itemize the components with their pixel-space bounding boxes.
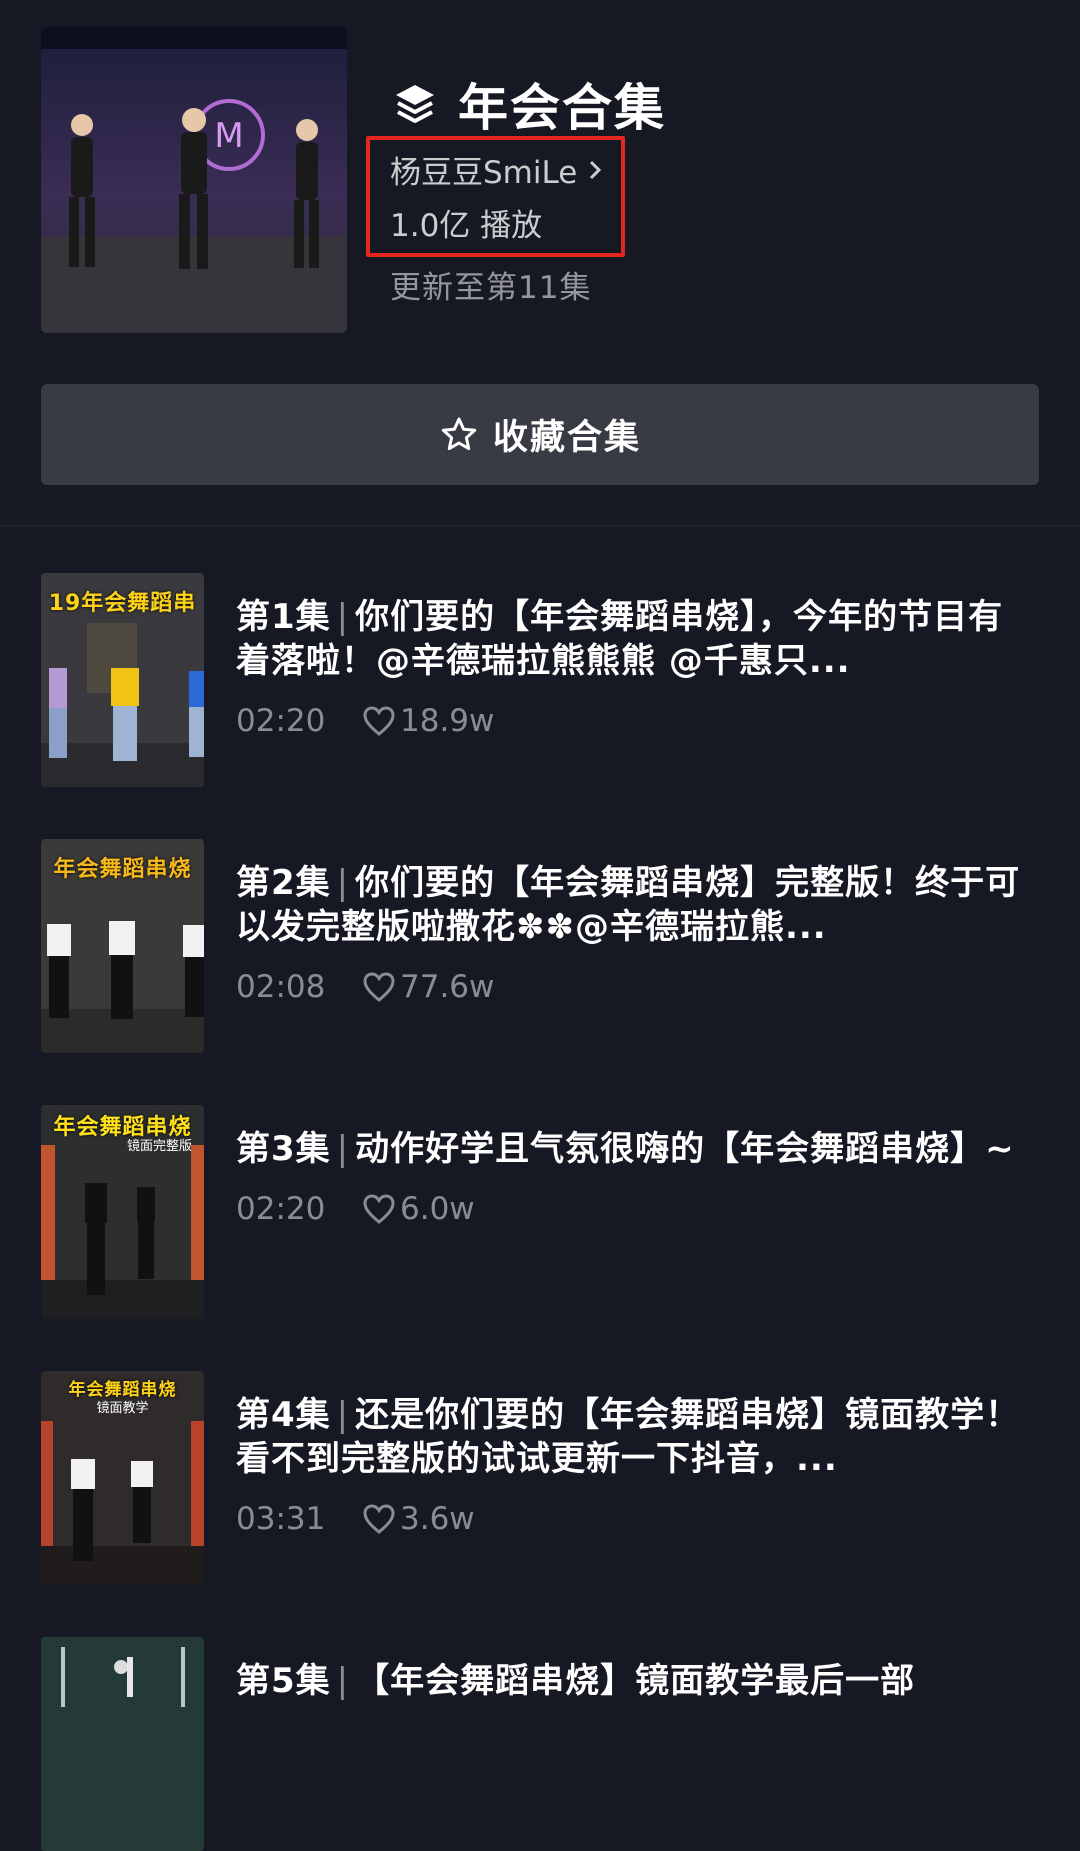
episode-item[interactable]: 第5集 | 【年会舞蹈串烧】镜面教学最后一部: [0, 1637, 1080, 1851]
episode-item[interactable]: 年会舞蹈串烧 镜面完整版 第3集 | 动作好学且气氛很嗨的【年会舞蹈串烧】~ 02:…: [0, 1105, 1080, 1319]
episode-thumbnail[interactable]: 年会舞蹈串烧 镜面完整版: [41, 1105, 204, 1319]
title-separator: |: [336, 1661, 350, 1701]
episode-description: 还是你们要的【年会舞蹈串烧】镜面教学！看不到完整版的试试更新一下抖音，...: [236, 1395, 1021, 1479]
title-separator: |: [336, 863, 350, 903]
episode-title: 第4集 | 还是你们要的【年会舞蹈串烧】镜面教学！看不到完整版的试试更新一下抖音，.…: [236, 1393, 1026, 1481]
heart-icon: [363, 706, 395, 736]
episode-number: 第5集: [236, 1661, 331, 1701]
collection-cover-image[interactable]: M: [41, 27, 347, 333]
heart-icon: [363, 972, 395, 1002]
episode-info: 第4集 | 还是你们要的【年会舞蹈串烧】镜面教学！看不到完整版的试试更新一下抖音，.…: [236, 1393, 1026, 1537]
episode-thumbnail[interactable]: 19年会舞蹈串: [41, 573, 204, 787]
collection-header: M 年会合集 杨豆豆SmiLe 1.0亿 播放 更新至第11集 收藏合集: [0, 0, 1080, 527]
episode-description: 你们要的【年会舞蹈串烧】，今年的节目有着落啦！@辛德瑞拉熊熊熊 @千惠只...: [236, 597, 1004, 681]
section-divider: [0, 525, 1080, 527]
episode-info: 第2集 | 你们要的【年会舞蹈串烧】完整版！终于可以发完整版啦撒花✽✽@辛德瑞拉熊.…: [236, 861, 1026, 1005]
episode-description: 【年会舞蹈串烧】镜面教学最后一部: [355, 1661, 916, 1701]
episode-number: 第3集: [236, 1129, 331, 1169]
episode-likes: 3.6w: [400, 1501, 475, 1537]
episode-title: 第3集 | 动作好学且气氛很嗨的【年会舞蹈串烧】~: [236, 1127, 1026, 1171]
episode-info: 第5集 | 【年会舞蹈串烧】镜面教学最后一部: [236, 1659, 1026, 1703]
svg-text:M: M: [214, 116, 243, 156]
collect-collection-button[interactable]: 收藏合集: [41, 384, 1039, 485]
episode-item[interactable]: 年会舞蹈串烧 镜面教学 第4集 | 还是你们要的【年会舞蹈串烧】镜面教学！看不到完整…: [0, 1371, 1080, 1585]
episode-item[interactable]: 年会舞蹈串烧 第2集 | 你们要的【年会舞蹈串烧】完整版！终于可以发完整版啦撒花✽✽…: [0, 839, 1080, 1053]
star-icon: [441, 417, 477, 450]
episode-info: 第3集 | 动作好学且气氛很嗨的【年会舞蹈串烧】~ 02:20 6.0w: [236, 1127, 1026, 1227]
episode-duration: 02:08: [236, 969, 326, 1005]
episode-thumbnail[interactable]: [41, 1637, 204, 1851]
thumbnail-caption: 年会舞蹈串烧: [53, 857, 192, 882]
update-status: 更新至第11集: [390, 270, 592, 306]
episode-description: 你们要的【年会舞蹈串烧】完整版！终于可以发完整版啦撒花✽✽@辛德瑞拉熊...: [236, 863, 1021, 947]
heart-icon: [363, 1504, 395, 1534]
episode-meta: 02:08 77.6w: [236, 969, 1026, 1005]
thumbnail-subcaption: 镜面完整版: [126, 1139, 192, 1154]
episode-number: 第1集: [236, 597, 331, 637]
episode-likes: 18.9w: [400, 703, 495, 739]
episode-item[interactable]: 19年会舞蹈串 第1集 | 你们要的【年会舞蹈串烧】，今年的节目有着落啦！@辛德瑞拉…: [0, 573, 1080, 787]
episode-duration: 02:20: [236, 1191, 326, 1227]
thumbnail-subcaption: 镜面教学: [96, 1401, 149, 1416]
episode-title: 第5集 | 【年会舞蹈串烧】镜面教学最后一部: [236, 1659, 1026, 1703]
episode-meta: 02:20 6.0w: [236, 1191, 1026, 1227]
title-separator: |: [336, 1129, 350, 1169]
episode-description: 动作好学且气氛很嗨的【年会舞蹈串烧】~: [355, 1129, 1015, 1169]
episode-info: 第1集 | 你们要的【年会舞蹈串烧】，今年的节目有着落啦！@辛德瑞拉熊熊熊 @千惠只…: [236, 595, 1026, 739]
episode-meta: 02:20 18.9w: [236, 703, 1026, 739]
episode-duration: 03:31: [236, 1501, 326, 1537]
episode-number: 第2集: [236, 863, 331, 903]
title-separator: |: [336, 597, 350, 637]
collection-title: 年会合集: [458, 79, 666, 137]
episode-thumbnail[interactable]: 年会舞蹈串烧: [41, 839, 204, 1053]
collection-title-row: 年会合集: [392, 68, 666, 140]
episode-likes: 77.6w: [400, 969, 495, 1005]
thumbnail-caption: 19年会舞蹈串: [48, 591, 197, 616]
episode-thumbnail[interactable]: 年会舞蹈串烧 镜面教学: [41, 1371, 204, 1585]
highlight-annotation-box: [366, 136, 625, 257]
episode-number: 第4集: [236, 1395, 331, 1435]
collect-button-label: 收藏合集: [492, 418, 641, 458]
heart-icon: [363, 1194, 395, 1224]
episode-likes: 6.0w: [400, 1191, 475, 1227]
layers-icon: [396, 85, 434, 123]
episode-duration: 02:20: [236, 703, 326, 739]
episode-title: 第1集 | 你们要的【年会舞蹈串烧】，今年的节目有着落啦！@辛德瑞拉熊熊熊 @千惠只…: [236, 595, 1026, 683]
episode-title: 第2集 | 你们要的【年会舞蹈串烧】完整版！终于可以发完整版啦撒花✽✽@辛德瑞拉熊.…: [236, 861, 1026, 949]
episode-meta: 03:31 3.6w: [236, 1501, 1026, 1537]
title-separator: |: [336, 1395, 350, 1435]
